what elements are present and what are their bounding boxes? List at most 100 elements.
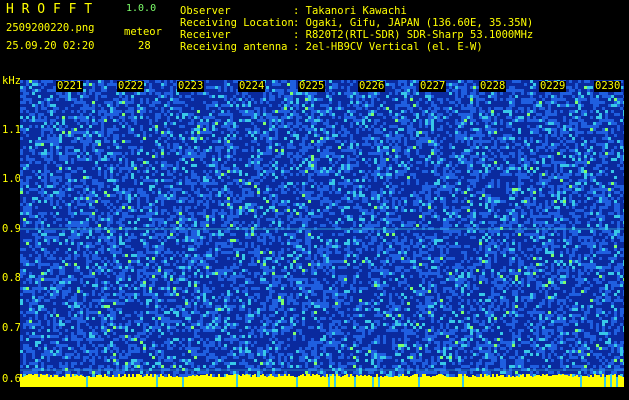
noise-pixel	[41, 131, 44, 134]
noise-pixel	[497, 167, 500, 170]
noise-pixel	[563, 119, 566, 122]
noise-pixel	[533, 221, 536, 224]
noise-pixel	[137, 191, 140, 194]
noise-pixel	[536, 140, 539, 143]
noise-pixel	[170, 113, 173, 116]
noise-pixel	[398, 170, 401, 173]
noise-pixel	[83, 224, 86, 227]
noise-pixel	[530, 131, 533, 134]
noise-pixel	[167, 179, 170, 182]
noise-pixel	[521, 176, 524, 179]
noise-pixel	[536, 161, 539, 164]
noise-pixel	[155, 197, 158, 200]
noise-pixel	[107, 230, 110, 233]
noise-pixel	[50, 236, 53, 239]
noise-pixel	[518, 89, 521, 92]
noise-pixel	[515, 143, 518, 146]
noise-pixel	[167, 164, 170, 167]
noise-pixel	[287, 200, 290, 203]
noise-pixel	[251, 116, 254, 119]
noise-pixel	[377, 146, 380, 149]
noise-pixel	[395, 149, 398, 152]
noise-pixel	[347, 239, 350, 242]
noise-pixel	[416, 152, 419, 155]
noise-pixel	[446, 236, 449, 239]
noise-pixel	[458, 134, 461, 137]
noise-pixel	[332, 83, 335, 86]
noise-pixel	[530, 167, 533, 170]
noise-pixel	[173, 143, 176, 146]
noise-pixel	[428, 116, 431, 119]
noise-pixel	[86, 221, 89, 224]
noise-pixel	[329, 179, 332, 182]
noise-pixel	[116, 101, 119, 104]
noise-pixel	[56, 98, 59, 101]
noise-pixel	[245, 233, 248, 236]
noise-pixel	[623, 212, 624, 215]
noise-pixel	[401, 92, 404, 95]
noise-pixel	[245, 212, 248, 215]
noise-pixel	[455, 209, 458, 212]
noise-pixel	[326, 137, 329, 140]
noise-pixel	[224, 125, 227, 128]
noise-pixel	[581, 170, 584, 173]
noise-pixel	[128, 101, 131, 104]
noise-pixel	[125, 230, 128, 233]
noise-pixel	[377, 173, 380, 176]
noise-pixel	[356, 101, 359, 104]
noise-pixel	[59, 140, 62, 143]
noise-pixel	[428, 206, 431, 209]
noise-pixel	[410, 86, 413, 89]
noise-pixel	[224, 137, 227, 140]
noise-pixel	[164, 224, 167, 227]
noise-pixel	[23, 167, 26, 170]
noise-pixel	[179, 188, 182, 191]
noise-pixel	[347, 197, 350, 200]
noise-pixel	[599, 119, 602, 122]
noise-pixel	[530, 158, 533, 161]
noise-pixel	[416, 224, 419, 227]
noise-pixel	[212, 233, 215, 236]
noise-pixel	[152, 179, 155, 182]
noise-pixel	[407, 230, 410, 233]
noise-pixel	[266, 218, 269, 221]
noise-pixel	[266, 137, 269, 140]
noise-pixel	[491, 92, 494, 95]
noise-pixel	[350, 125, 353, 128]
noise-pixel	[206, 131, 209, 134]
noise-pixel	[581, 143, 584, 146]
noise-pixel	[389, 230, 392, 233]
noise-pixel	[410, 134, 413, 137]
noise-pixel	[305, 218, 308, 221]
noise-pixel	[422, 140, 425, 143]
noise-pixel	[338, 104, 341, 107]
noise-pixel	[311, 98, 314, 101]
noise-pixel	[407, 125, 410, 128]
noise-pixel	[206, 188, 209, 191]
noise-pixel	[320, 137, 323, 140]
noise-pixel	[41, 233, 44, 236]
noise-pixel	[233, 146, 236, 149]
noise-pixel	[473, 134, 476, 137]
noise-pixel	[512, 221, 515, 224]
noise-pixel	[89, 206, 92, 209]
noise-pixel	[200, 158, 203, 161]
noise-pixel	[86, 194, 89, 197]
noise-pixel	[218, 233, 221, 236]
noise-pixel	[527, 110, 530, 113]
noise-pixel	[551, 212, 554, 215]
noise-pixel	[602, 143, 605, 146]
noise-pixel	[182, 101, 185, 104]
noise-pixel	[245, 236, 248, 239]
noise-pixel	[578, 158, 581, 161]
noise-pixel	[182, 113, 185, 116]
noise-pixel	[347, 80, 350, 83]
noise-pixel	[50, 113, 53, 116]
noise-pixel	[353, 140, 356, 143]
noise-pixel	[32, 158, 35, 161]
noise-pixel	[548, 206, 551, 209]
noise-pixel	[311, 212, 314, 215]
noise-pixel	[308, 107, 311, 110]
noise-pixel	[398, 146, 401, 149]
noise-pixel	[71, 158, 74, 161]
